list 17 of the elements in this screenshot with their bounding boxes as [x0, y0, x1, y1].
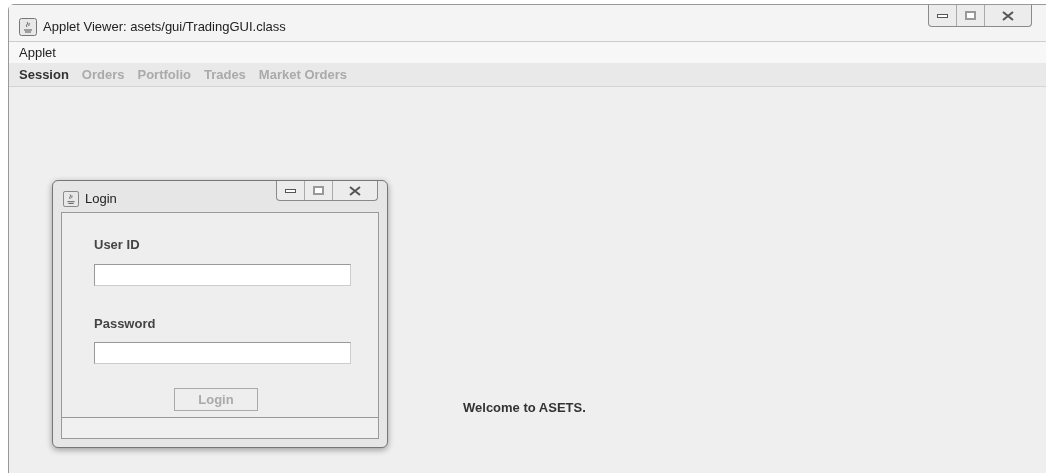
menu-item[interactable]: Applet — [19, 42, 56, 63]
java-cup-icon — [19, 17, 37, 36]
tab[interactable]: Market Orders — [258, 64, 347, 85]
input-field[interactable] — [94, 342, 351, 364]
close-icon — [349, 185, 361, 196]
tab[interactable]: Trades — [203, 64, 246, 85]
field-label: User ID — [94, 236, 141, 254]
tab[interactable]: Portfolio — [137, 64, 191, 85]
dialog-title: Login — [85, 190, 117, 208]
welcome-text: Welcome to ASETS. — [463, 399, 586, 417]
window-title: Applet Viewer: asets/gui/TradingGUI.class — [43, 18, 286, 36]
tab[interactable]: Session — [19, 64, 69, 85]
java-cup-icon — [63, 190, 79, 207]
tab[interactable]: Orders — [81, 64, 125, 85]
input-field[interactable] — [94, 263, 351, 286]
field-label: Password — [94, 314, 157, 333]
close-icon — [1002, 10, 1014, 21]
